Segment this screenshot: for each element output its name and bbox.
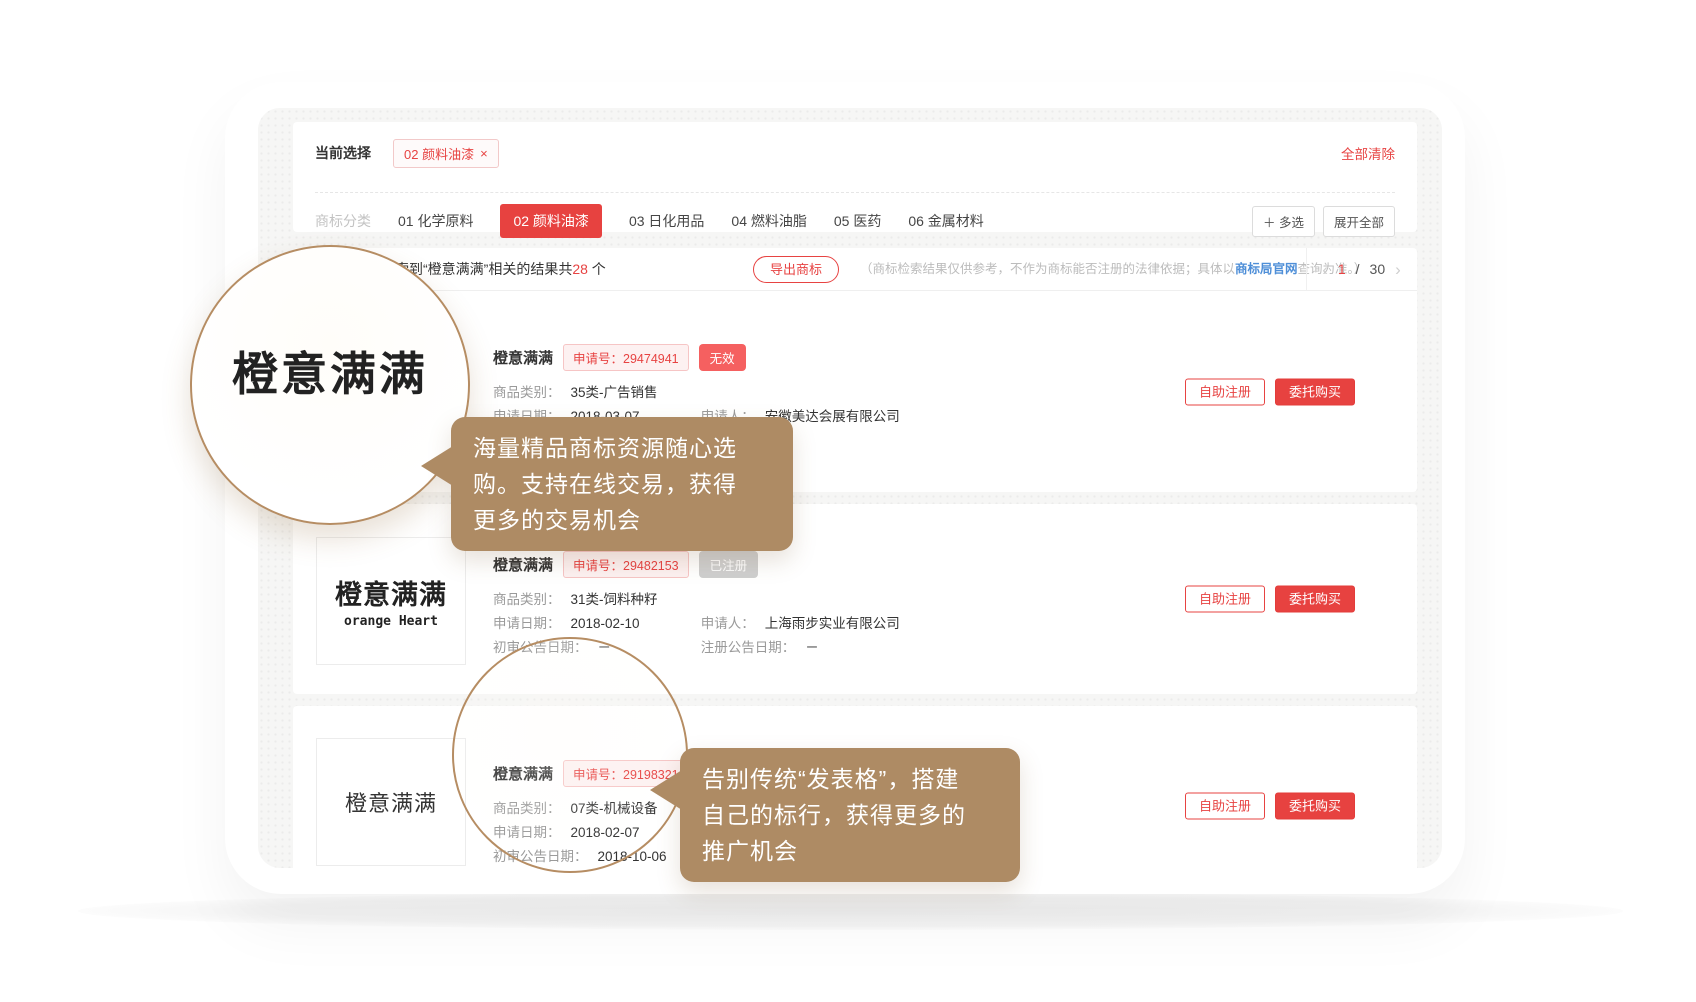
trademark-name: 橙意满满 [493, 347, 553, 368]
application-number-badge: 申请号：29474941 [563, 344, 689, 371]
entrust-buy-button[interactable]: 委托购买 [1275, 793, 1355, 820]
magnifier-circle-2 [452, 637, 688, 873]
row1-category-line: 商品类别： 35类-广告销售 [493, 381, 1187, 405]
summary-count: 28 [572, 261, 588, 277]
row2-category-line: 商品类别： 31类-饲料种籽 [493, 588, 1187, 612]
magnified-trademark-text: 橙意满满 [232, 338, 428, 404]
pagination: ‹ 1 / 30 › [1306, 248, 1417, 290]
trademark-thumbnail[interactable]: 橙意满满 orange Heart [316, 537, 466, 665]
current-selection-row: 当前选择 02 颜料油漆 × 全部清除 [315, 138, 1395, 168]
category-item-03[interactable]: 03 日化用品 [629, 211, 704, 231]
multi-select-button[interactable]: ＋ 多选 [1252, 206, 1315, 237]
applicant-value: 上海雨步实业有限公司 [765, 616, 900, 631]
category-row: 商标分类 01 化学原料 02 颜料油漆 03 日化用品 04 燃料油脂 05 … [315, 208, 1395, 234]
category-value: 35类-广告销售 [571, 385, 658, 400]
filter-actions: ＋ 多选 展开全部 [1252, 206, 1395, 237]
entrust-buy-button[interactable]: 委托购买 [1275, 586, 1355, 613]
trademark-name: 橙意满满 [493, 554, 553, 575]
clear-all-button[interactable]: 全部清除 [1341, 143, 1395, 163]
callout-tooltip-1: 海量精品商标资源随心选 购。支持在线交易，获得 更多的交易机会 [451, 417, 793, 551]
page-separator: / [1356, 261, 1360, 277]
summary-mid: 相关的结果共 [488, 261, 572, 277]
entrust-buy-button[interactable]: 委托购买 [1275, 378, 1355, 405]
note-pre: （商标检索结果仅供参考，不作为商标能否注册的法律依据；具体以 [860, 262, 1235, 276]
applicant-label: 申请人： [701, 616, 755, 631]
row2-date-line: 申请日期： 2018-02-10 申请人： 上海雨步实业有限公司 [493, 612, 1187, 636]
status-badge-registered: 已注册 [699, 551, 759, 578]
row2-title-line: 橙意满满 申请号：29482153 已注册 [493, 551, 1187, 578]
filter-divider [315, 192, 1395, 193]
reg-notice-value: － [805, 640, 819, 655]
tooltip2-line2: 自己的标行，获得更多的 [702, 797, 998, 833]
category-item-05[interactable]: 05 医药 [834, 211, 881, 231]
row1-actions: 自助注册 委托购买 [1185, 378, 1355, 405]
apply-date-cell: 申请日期： 2018-02-10 [493, 612, 697, 636]
chevron-left-icon[interactable]: ‹ [1322, 261, 1328, 278]
trademark-thumbnail[interactable]: 橙意满满 [316, 738, 466, 866]
reg-notice-label: 注册公告日期： [701, 640, 796, 655]
tooltip1-line3: 更多的交易机会 [473, 502, 771, 538]
self-register-button[interactable]: 自助注册 [1185, 586, 1265, 613]
callout-tooltip-2: 告别传统“发表格”，搭建 自己的标行，获得更多的 推广机会 [680, 748, 1020, 882]
trademark-office-link[interactable]: 商标局官网 [1235, 262, 1298, 276]
filter-panel: 当前选择 02 颜料油漆 × 全部清除 商标分类 01 化学原料 02 颜料油漆… [293, 122, 1417, 232]
summary-unit: 个 [588, 261, 606, 277]
category-item-06[interactable]: 06 金属材料 [908, 211, 983, 231]
category-item-01[interactable]: 01 化学原料 [398, 211, 473, 231]
thumbnail-text: 橙意满满 [345, 786, 437, 818]
current-selection-label: 当前选择 [315, 143, 371, 163]
self-register-button[interactable]: 自助注册 [1185, 793, 1265, 820]
classify-label: 商标分类 [315, 211, 371, 231]
close-icon[interactable]: × [480, 146, 488, 161]
chevron-right-icon[interactable]: › [1395, 261, 1401, 278]
application-number-badge: 申请号：29482153 [563, 551, 689, 578]
apply-date-value: 2018-02-10 [571, 616, 640, 631]
tooltip1-line2: 购。支持在线交易，获得 [473, 466, 771, 502]
expand-all-button[interactable]: 展开全部 [1323, 206, 1395, 237]
thumbnail-subtext: orange Heart [344, 614, 438, 629]
results-header: 为您检索到“橙意满满”相关的结果共28 个 导出商标 （商标检索结果仅供参考，不… [293, 248, 1417, 291]
row2-actions: 自助注册 委托购买 [1185, 586, 1355, 613]
category-item-04[interactable]: 04 燃料油脂 [731, 211, 806, 231]
self-register-button[interactable]: 自助注册 [1185, 378, 1265, 405]
row3-actions: 自助注册 委托购买 [1185, 793, 1355, 820]
category-label: 商品类别： [493, 385, 561, 400]
row1-title-line: 橙意满满 申请号：29474941 无效 [493, 344, 1187, 371]
category-value: 31类-饲料种籽 [571, 592, 658, 607]
disclaimer-note: （商标检索结果仅供参考，不作为商标能否注册的法律依据；具体以商标局官网查询为准。… [860, 248, 1366, 290]
export-trademark-button[interactable]: 导出商标 [753, 256, 839, 283]
thumbnail-calligraphy-text: 橙意满满 [335, 573, 447, 612]
category-item-02-selected[interactable]: 02 颜料油漆 [500, 204, 601, 238]
selected-filter-tag[interactable]: 02 颜料油漆 × [393, 139, 499, 168]
tooltip1-line1: 海量精品商标资源随心选 [473, 430, 771, 466]
page-total: 30 [1370, 261, 1386, 277]
reg-notice-cell: 注册公告日期： － [701, 640, 819, 655]
selected-filter-tag-label: 02 颜料油漆 [404, 144, 474, 163]
row1-text: 橙意满满 申请号：29474941 无效 商品类别：35类-广告销售 申请日期：… [493, 291, 1187, 429]
category-label: 商品类别： [493, 592, 561, 607]
status-badge-invalid: 无效 [699, 344, 746, 371]
tooltip2-line1: 告别传统“发表格”，搭建 [702, 761, 998, 797]
summary-keyword: “橙意满满” [423, 261, 488, 277]
apply-date-label: 申请日期： [493, 616, 561, 631]
page-current: 1 [1338, 261, 1346, 277]
frame-drop-shadow [78, 892, 1623, 930]
applicant-cell: 申请人： 上海雨步实业有限公司 [701, 616, 900, 631]
page: 当前选择 02 颜料油漆 × 全部清除 商标分类 01 化学原料 02 颜料油漆… [0, 0, 1696, 1002]
tooltip2-line3: 推广机会 [702, 833, 998, 869]
